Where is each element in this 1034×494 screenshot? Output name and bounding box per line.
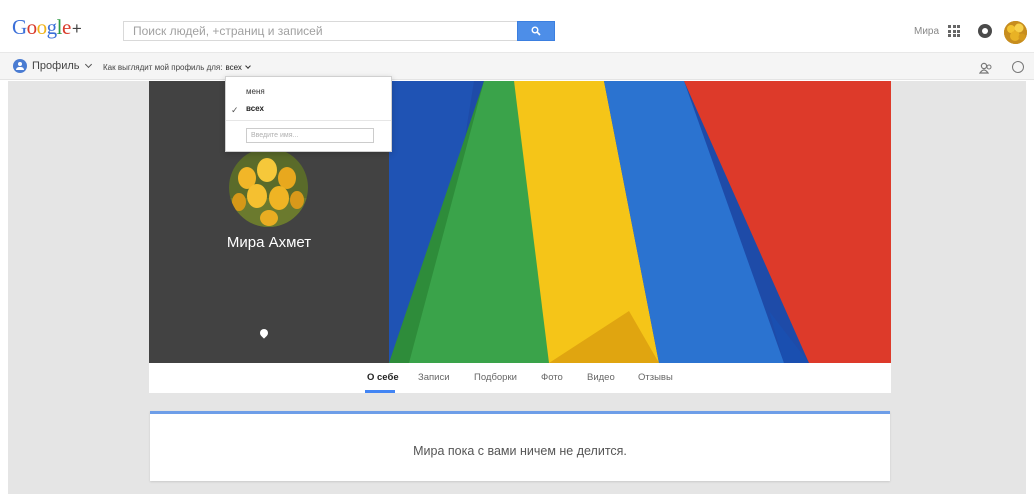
profile-photo[interactable]	[229, 148, 308, 227]
profile-name: Мира Ахмет	[226, 234, 312, 251]
dropdown-option-me[interactable]: меня	[246, 87, 265, 96]
tab-collections[interactable]: Подборки	[474, 372, 517, 383]
profile-icon	[13, 59, 27, 73]
chevron-down-icon	[84, 60, 92, 69]
logo-google-text: Google	[12, 15, 71, 39]
view-as-selector[interactable]: Как выглядит мой профиль для: всех	[103, 63, 251, 72]
top-bar: Google+ Мира	[0, 0, 1034, 50]
notifications-icon[interactable]	[978, 24, 992, 38]
tab-reviews[interactable]: Отзывы	[638, 372, 673, 383]
search-button[interactable]	[517, 21, 555, 41]
tab-about[interactable]: О себе	[367, 372, 399, 383]
empty-posts-card: Мира пока с вами ничем не делится.	[150, 411, 890, 481]
user-name-link[interactable]: Мира	[914, 26, 939, 37]
dropdown-option-everyone[interactable]: всех	[246, 104, 264, 113]
cover-photo[interactable]	[389, 81, 891, 363]
people-icon[interactable]	[978, 61, 993, 78]
google-plus-logo[interactable]: Google+	[12, 15, 82, 40]
checkmark-icon: ✓	[231, 105, 239, 115]
logo-plus: +	[71, 19, 82, 38]
view-as-dropdown: меня ✓ всех	[225, 76, 392, 152]
dropdown-divider	[226, 120, 391, 121]
tab-photos[interactable]: Фото	[541, 372, 563, 383]
profile-tabs: О себе Записи Подборки Фото Видео Отзывы	[149, 363, 891, 393]
name-input[interactable]	[246, 128, 374, 143]
profile-toolbar: Профиль Как выглядит мой профиль для: вс…	[0, 52, 1034, 80]
empty-posts-message: Мира пока с вами ничем не делится.	[413, 444, 627, 458]
search-input[interactable]	[123, 21, 518, 41]
apps-grid-icon[interactable]	[948, 25, 960, 37]
account-avatar[interactable]	[1004, 21, 1027, 44]
search-icon	[531, 26, 541, 36]
active-tab-indicator	[365, 390, 395, 393]
tab-posts[interactable]: Записи	[418, 372, 450, 383]
view-as-value[interactable]: всех	[225, 63, 241, 72]
profile-menu-button[interactable]: Профиль	[13, 59, 92, 73]
tab-videos[interactable]: Видео	[587, 372, 615, 383]
feedback-icon[interactable]	[1012, 61, 1024, 73]
profile-menu-label: Профиль	[32, 60, 80, 72]
view-as-label: Как выглядит мой профиль для:	[103, 63, 223, 72]
edit-location-icon[interactable]	[258, 327, 270, 339]
chevron-down-icon	[245, 63, 251, 69]
